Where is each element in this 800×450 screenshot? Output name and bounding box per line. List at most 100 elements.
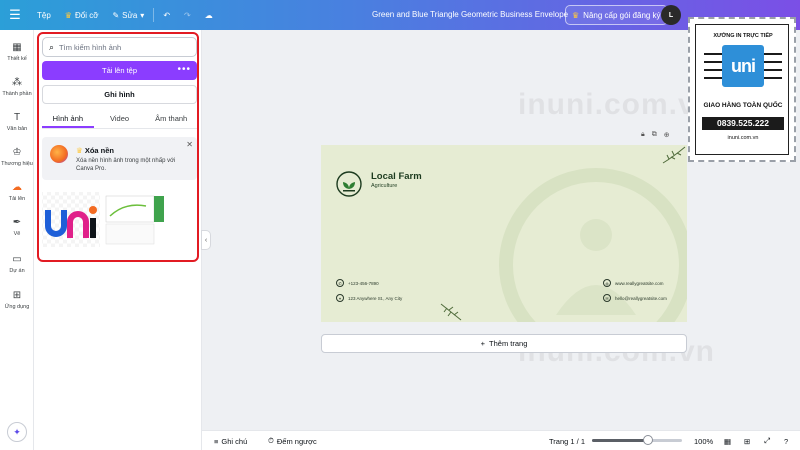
tab-audio[interactable]: Âm thanh bbox=[145, 111, 197, 128]
zoom-slider-fill bbox=[592, 439, 648, 442]
envelope-phone: ✆ +123-456-7890 bbox=[336, 279, 379, 287]
promo-title-text: Xóa nền bbox=[84, 146, 114, 155]
avatar[interactable]: L bbox=[661, 5, 681, 25]
uni-logo-icon bbox=[45, 206, 97, 238]
timer-button[interactable]: ⏱ Đếm ngược bbox=[268, 431, 317, 450]
zoom-text: 100% bbox=[694, 436, 714, 446]
stamp-website: inuni.com.vn bbox=[727, 135, 759, 141]
email-text: hello@reallygreatsite.com bbox=[615, 295, 667, 301]
notes-icon: ≡ bbox=[214, 436, 219, 446]
add-page-button[interactable]: + Thêm trang bbox=[321, 334, 687, 353]
menu-icon[interactable]: ☰ bbox=[0, 0, 30, 30]
rail-item-projects[interactable]: ▭ Dự án bbox=[0, 254, 34, 274]
timer-icon: ⏱ bbox=[268, 436, 274, 445]
rail-item-apps[interactable]: ⊞ Ứng dụng bbox=[0, 290, 34, 310]
rail-label: Thương hiệu bbox=[1, 161, 33, 167]
upload-file-button[interactable]: Tải lên tệp ••• bbox=[42, 61, 197, 80]
tab-video[interactable]: Video bbox=[94, 111, 146, 128]
edit-label: Sửa bbox=[122, 10, 138, 20]
document-title[interactable]: Green and Blue Triangle Geometric Busine… bbox=[372, 0, 568, 30]
left-rail: ▦ Thiết kế ⁂ Thành phần T Văn bản ♔ Thương h… bbox=[0, 30, 34, 450]
notes-button[interactable]: ≡ Ghi chú bbox=[214, 431, 247, 450]
upgrade-button[interactable]: ♛ Nâng cấp gói đăng ký bbox=[565, 5, 668, 25]
grass-icon bbox=[662, 146, 686, 164]
grass-icon bbox=[440, 303, 462, 321]
file-label: Tệp bbox=[37, 10, 51, 20]
rail-label: Thiết kế bbox=[7, 56, 27, 62]
resize-button[interactable]: ♛ Đổi cỡ bbox=[58, 0, 106, 30]
rail-item-brand[interactable]: ♔ Thương hiệu bbox=[0, 147, 34, 167]
add-page-label: Thêm trang bbox=[489, 339, 528, 348]
divider bbox=[153, 8, 155, 22]
page-text: Trang 1 / 1 bbox=[549, 436, 585, 446]
search-icon: ⌕ bbox=[49, 41, 55, 52]
rail-label: Dự án bbox=[9, 268, 25, 274]
file-menu[interactable]: Tệp bbox=[30, 0, 58, 30]
mail-icon: ✉ bbox=[603, 294, 611, 302]
phone-icon: ✆ bbox=[336, 279, 344, 287]
search-field[interactable]: ⌕ bbox=[42, 37, 197, 57]
record-button[interactable]: Ghi hình bbox=[42, 85, 197, 104]
envelope-address: ⌖ 123 Anywhere St., Any City bbox=[336, 294, 402, 302]
grid-view-icon[interactable]: ⊞ bbox=[744, 431, 750, 450]
crown-icon: ♛ bbox=[572, 10, 580, 20]
undo-icon: ↶ bbox=[163, 10, 171, 20]
crown-icon: ♛ bbox=[64, 10, 72, 20]
shop-stamp: XƯỞNG IN TRỰC TIẾP uni GIAO HÀNG TOÀN QU… bbox=[688, 17, 796, 162]
chevron-down-icon: ▾ bbox=[140, 10, 145, 20]
upload-label: Tải lên tệp bbox=[101, 66, 138, 75]
page-tools: 🔒︎ ⧉ ⊕ bbox=[641, 131, 670, 139]
envelope-email: ✉ hello@reallygreatsite.com bbox=[603, 294, 667, 302]
help-icon[interactable]: ? bbox=[784, 431, 788, 450]
zoom-value[interactable]: 100% bbox=[694, 431, 713, 450]
stamp-logo: uni bbox=[722, 45, 764, 87]
rail-item-uploads[interactable]: ☁ Tải lên bbox=[0, 182, 34, 202]
rail-label: Tải lên bbox=[8, 196, 26, 202]
rail-item-draw[interactable]: ✒ Vẽ bbox=[0, 217, 34, 237]
layout-icon: ▦ bbox=[12, 42, 22, 53]
magic-assistant-button[interactable]: ✦ bbox=[7, 422, 27, 442]
envelope-thumbnail-icon bbox=[105, 195, 164, 245]
more-options-icon[interactable]: ••• bbox=[177, 61, 191, 80]
rail-label: Ứng dụng bbox=[4, 304, 30, 310]
edit-button[interactable]: ✎ Sửa ▾ bbox=[105, 0, 151, 30]
cloud-icon: ☁ bbox=[204, 10, 213, 20]
duplicate-icon[interactable]: ⧉ bbox=[652, 131, 657, 139]
envelope-website: ◍ www.reallygreatsite.com bbox=[603, 279, 664, 287]
text-icon: T bbox=[13, 112, 21, 123]
bg-remover-promo[interactable]: ♛ Xóa nền Xóa nền hình ảnh trong một nhấ… bbox=[42, 137, 197, 180]
redo-button[interactable]: ↷ bbox=[177, 0, 198, 30]
bottom-bar: ≡ Ghi chú ⏱ Đếm ngược Trang 1 / 1 100% ▦ ⊞… bbox=[202, 430, 800, 450]
rail-item-design[interactable]: ▦ Thiết kế bbox=[0, 42, 34, 62]
cloud-save-button[interactable]: ☁ bbox=[198, 0, 220, 30]
close-icon[interactable]: ✕ bbox=[186, 140, 193, 149]
zoom-slider-handle[interactable] bbox=[642, 435, 653, 445]
search-input[interactable] bbox=[59, 42, 180, 52]
envelope-design[interactable]: Local Farm Agriculture ✆ +123-456-7890 ⌖ 1… bbox=[321, 145, 687, 322]
stamp-middle-text: GIAO HÀNG TOÀN QUỐC bbox=[703, 102, 783, 109]
page-indicator[interactable]: Trang 1 / 1 bbox=[549, 431, 585, 450]
upload-cloud-icon: ☁ bbox=[12, 182, 22, 193]
address-text: 123 Anywhere St., Any City bbox=[348, 295, 403, 301]
fullscreen-icon[interactable]: ⤢ bbox=[764, 431, 770, 450]
stamp-phone: 0839.525.222 bbox=[702, 117, 784, 130]
collapse-panel-button[interactable]: ‹ bbox=[201, 230, 211, 250]
uploaded-image-uni-logo[interactable] bbox=[42, 192, 100, 247]
lock-icon[interactable]: 🔒︎ bbox=[641, 131, 645, 139]
elements-icon: ⁂ bbox=[12, 77, 22, 88]
zoom-slider[interactable] bbox=[592, 435, 682, 445]
rail-label: Văn bản bbox=[6, 126, 28, 132]
plus-icon: + bbox=[480, 339, 486, 348]
uploaded-image-envelope[interactable] bbox=[104, 192, 164, 247]
timer-label: Đếm ngược bbox=[276, 436, 317, 446]
top-bar: ☰ Tệp ♛ Đổi cỡ ✎ Sửa ▾ ↶ ↷ ☁ Green and Blue… bbox=[0, 0, 800, 30]
undo-button[interactable]: ↶ bbox=[156, 0, 177, 30]
tab-images[interactable]: Hình ảnh bbox=[42, 111, 94, 128]
pages-grid-icon[interactable]: ▦ bbox=[724, 431, 731, 450]
add-page-icon[interactable]: ⊕ bbox=[664, 131, 670, 139]
sparkle-icon: ✦ bbox=[13, 426, 21, 437]
rail-item-text[interactable]: T Văn bản bbox=[0, 112, 34, 132]
chevron-left-icon: ‹ bbox=[204, 236, 208, 244]
rail-item-elements[interactable]: ⁂ Thành phần bbox=[0, 77, 34, 97]
crown-icon: ♛ bbox=[76, 146, 85, 155]
